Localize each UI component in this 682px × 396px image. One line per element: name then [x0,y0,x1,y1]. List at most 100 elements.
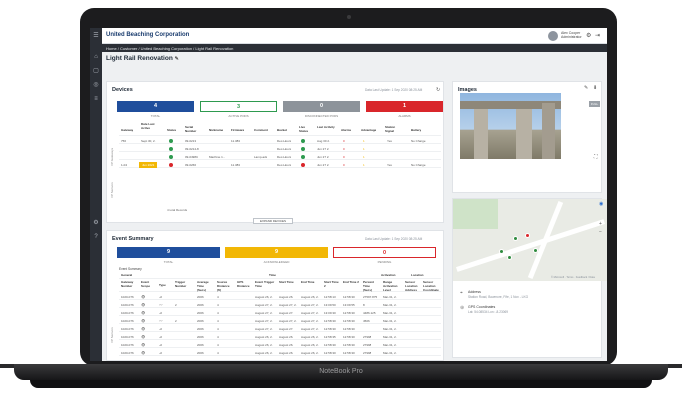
col-gps-distance[interactable]: GPS Distance [237,280,251,288]
event-cell: August 26. [279,351,294,355]
tile-alarms-label: ALARMS [398,114,411,118]
col-average-time[interactable]: Average Time (Secs) [197,280,213,292]
tile-disconnected[interactable]: 0 [283,101,360,112]
col-serial[interactable]: Serial Number [185,125,205,133]
device-pin-icon[interactable] [499,249,504,254]
zoom-out-icon[interactable]: − [599,229,602,235]
col-date[interactable]: Date Last Active [141,122,163,130]
cell-comment: Lamp-ads [254,155,268,159]
event-cell: August 26, 2. [255,335,273,339]
event-tile-acknowledged[interactable]: 9 [225,247,328,258]
event-row[interactable]: 1020-076 👁 ⊿ 2006 4 August 26, 2. August 26. Au… [119,293,441,300]
image-zoom-button[interactable]: FULL [589,101,600,107]
event-cell: August 27, 2. [279,303,297,307]
logout-icon[interactable]: ⇥ [595,32,600,39]
settings-icon[interactable]: ⚙ [93,220,99,226]
event-cell: August 27, 2. [255,319,273,323]
event-cell: 12:58:30 [324,351,336,355]
col-nickname[interactable]: Nickname [209,128,223,132]
tile-total[interactable]: 4 [117,101,194,112]
event-row[interactable]: 1020-076 👁 ⊿ 2006 4 August 26, 2. August 26. Au… [119,341,441,348]
device-pin-icon[interactable] [513,236,518,241]
col-range-activation[interactable]: Range Activation Level [383,280,401,292]
event-row[interactable]: 1020-076 👁 〰 2 2006 4 August 27, 2. August 27, … [119,317,441,324]
col-sensor-coordinate[interactable]: Sensor Location Coordinate [423,280,441,292]
col-end-time-2[interactable]: End Time 2 [343,280,359,284]
alarm-pin-icon[interactable] [525,233,530,238]
event-cell: August 26, 2. [301,343,319,347]
bridge-pier [474,109,488,159]
cell-bucket: Dec-Hours [277,155,292,159]
locate-icon[interactable]: ◉ [599,201,603,207]
event-cell: 27998 [363,351,372,355]
col-status[interactable]: Status [167,128,176,132]
col-end-time[interactable]: End Time [301,280,317,284]
location-icon: ⌖ [460,290,463,296]
device-pin-icon[interactable] [507,255,512,260]
event-cell: 2006 [197,295,204,299]
event-row[interactable]: 1020-076 👁 ⊿ 2006 4 August 27, 2. August 27. Au… [119,325,441,332]
event-row[interactable]: 1020-076 👁 〰 2 2006 4 August 27, 2. August 27, … [119,301,441,308]
col-start-time-2[interactable]: Start Time 2 [324,280,340,288]
col-battery[interactable]: Battery [411,128,421,132]
construction-photo[interactable] [460,93,561,159]
image-download-icon[interactable]: ⬇ [593,85,597,91]
col-event-scope[interactable]: Event Scope [141,280,155,288]
home-icon[interactable]: ⌂ [93,54,99,60]
col-firmware[interactable]: Firmware [231,128,244,132]
menu-icon[interactable]: ☰ [93,33,99,39]
user-info[interactable]: Alex Cooper Administrator [561,31,582,39]
cell-signal: Yes [387,139,392,143]
device-row[interactable]: 1-04 Jun 2021 09-0266 11.383 Dec-Hours J… [119,161,441,168]
devices-icon[interactable]: ▢ [93,68,99,74]
help-icon[interactable]: ? [93,234,99,240]
event-tile-pending[interactable]: 0 [333,247,436,258]
map-view[interactable]: ◉ + − © Microsoft · Terms · Feedback / D… [453,199,607,281]
col-last-activity[interactable]: Last Activity [317,125,335,129]
edit-icon[interactable]: ✎ [175,56,179,62]
col-type[interactable]: Type [159,283,166,287]
tile-active[interactable]: 3 [200,101,277,112]
device-row[interactable]: 09-0498C Machine 1... Lamp-ads Dec-Hours… [119,153,441,160]
col-station-signal[interactable]: Station Signal [385,125,401,133]
event-cell: Mar-31, 2. [383,343,397,347]
avatar[interactable] [548,31,558,41]
event-row[interactable]: 1020-076 👁 ⊿ 2006 4 August 26, 2. August 26. Au… [119,333,441,340]
col-sensor-address[interactable]: Sensor Location Address [405,280,421,292]
event-cell: 12:58:30 [324,319,336,323]
event-row[interactable]: 1020-076 👁 ⊿ 2006 4 August 26, 2. August 26. Au… [119,349,441,356]
cell-firmware: 11.383 [231,163,240,167]
col-bucket[interactable]: Bucket [277,128,287,132]
col-comment[interactable]: Comment [254,128,268,132]
reports-icon[interactable]: ≡ [93,96,99,102]
col-percent-time[interactable]: Percent Time (Secs) [363,280,379,292]
expand-devices-button[interactable]: EXPAND DEVICES [253,218,293,224]
col-gateway[interactable]: Gateway [121,128,133,132]
col-advantage[interactable]: Advantage [361,128,376,132]
tile-alarms[interactable]: 1 [366,101,443,112]
refresh-icon[interactable]: ↻ [436,87,440,93]
settings-gear-icon[interactable]: ⚙ [586,32,591,39]
zoom-in-icon[interactable]: + [599,221,602,227]
breadcrumb[interactable]: Home / Customer / United Beaching Corpor… [106,46,233,51]
device-row[interactable]: 756 Sept 30, 2. 09-0213 11.383 Dec-Hours… [119,137,441,144]
cell-bucket: Dec-Hours [277,147,292,151]
event-cell: 2006 [197,327,204,331]
event-tile-total[interactable]: 9 [117,247,220,258]
fullscreen-icon[interactable]: ⛶ [594,154,598,160]
devices-table-header: Gateway Date Last Active Status Serial N… [119,122,441,136]
map-attribution[interactable]: © Microsoft · Terms · Feedback / Data [551,276,595,279]
col-event-trigger-time[interactable]: Event Trigger Time [255,280,275,288]
col-live-status[interactable]: Live Status [299,125,313,133]
event-tile-pending-label: PENDING [377,260,392,264]
device-pin-icon[interactable] [533,248,538,253]
map-nav-icon[interactable]: ◎ [93,82,99,88]
image-edit-icon[interactable]: ✎ [584,85,588,91]
col-start-time[interactable]: Start Time [279,280,295,284]
col-trigger-number[interactable]: Trigger Number [175,280,191,288]
device-row[interactable]: 09-0214-8 Dec-Hours Jun 27 2. 0 1 [119,145,441,152]
col-alarms[interactable]: Alarms [341,128,351,132]
col-gateway-number[interactable]: Gateway Number [121,280,137,288]
event-row[interactable]: 1020-076 👁 ⊿ 2006 4 August 27, 2. August 27. Au… [119,309,441,316]
col-source-distance[interactable]: Source Distance (ft) [217,280,233,292]
